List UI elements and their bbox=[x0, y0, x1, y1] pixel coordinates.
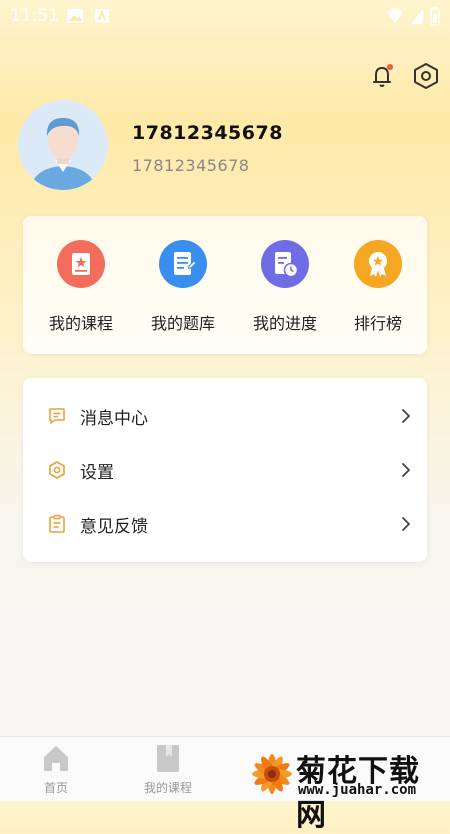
quick-action-ranking[interactable]: 排行榜 bbox=[328, 240, 428, 334]
quick-action-my-courses[interactable]: 我的课程 bbox=[31, 240, 131, 334]
tab-label: 首页 bbox=[43, 781, 68, 795]
quick-action-label: 我的进度 bbox=[252, 314, 317, 333]
feedback-icon bbox=[49, 514, 65, 533]
user-name: 17812345678 bbox=[132, 122, 283, 144]
settings-icon bbox=[49, 461, 65, 479]
quick-action-progress[interactable]: 我的进度 bbox=[235, 240, 335, 334]
chevron-right-icon bbox=[402, 517, 410, 531]
menu-card: 消息中心 设置 意见反馈 bbox=[23, 378, 427, 562]
watermark-url: www.juahar.com bbox=[298, 782, 417, 798]
home-icon bbox=[44, 746, 68, 771]
menu-item-label: 消息中心 bbox=[80, 409, 148, 429]
menu-item-label: 设置 bbox=[80, 463, 114, 483]
app-notification-icon bbox=[95, 9, 109, 23]
tab-my-courses[interactable]: 我的课程 bbox=[128, 743, 208, 796]
avatar[interactable] bbox=[18, 100, 108, 190]
chevron-right-icon bbox=[402, 409, 410, 423]
quick-action-label: 我的课程 bbox=[48, 314, 113, 333]
battery-icon bbox=[430, 7, 440, 26]
image-notification-icon bbox=[67, 9, 83, 23]
watermark: 菊花下载网 www.juahar.com bbox=[246, 744, 450, 833]
question-bank-icon bbox=[159, 240, 207, 288]
chevron-right-icon bbox=[402, 463, 410, 477]
ranking-icon bbox=[354, 240, 402, 288]
quick-action-label: 我的题库 bbox=[150, 314, 215, 333]
menu-item-settings[interactable]: 设置 bbox=[23, 442, 427, 496]
message-icon bbox=[49, 408, 65, 424]
course-icon bbox=[57, 240, 105, 288]
quick-action-question-bank[interactable]: 我的题库 bbox=[133, 240, 233, 334]
progress-icon bbox=[261, 240, 309, 288]
user-avatar-icon bbox=[18, 100, 108, 190]
book-icon bbox=[157, 745, 179, 772]
tab-label: 我的课程 bbox=[143, 781, 192, 795]
menu-item-message-center[interactable]: 消息中心 bbox=[23, 388, 427, 442]
status-bar: 11:51 bbox=[0, 0, 450, 32]
hexagon-settings-icon bbox=[414, 63, 438, 89]
status-time: 11:51 bbox=[10, 6, 59, 26]
header-actions bbox=[368, 62, 440, 90]
quick-action-label: 排行榜 bbox=[353, 314, 402, 333]
notification-button[interactable] bbox=[368, 62, 396, 90]
wifi-icon bbox=[387, 8, 403, 23]
settings-button[interactable] bbox=[412, 62, 440, 90]
flower-logo-icon bbox=[252, 754, 292, 794]
unread-dot bbox=[387, 64, 393, 70]
menu-item-label: 意见反馈 bbox=[80, 517, 148, 537]
tab-home[interactable]: 首页 bbox=[16, 743, 96, 796]
menu-item-feedback[interactable]: 意见反馈 bbox=[23, 496, 427, 550]
user-phone: 17812345678 bbox=[132, 156, 250, 175]
signal-icon bbox=[411, 9, 423, 24]
quick-actions-card: 我的课程 我的题库 我的进度 排行榜 bbox=[23, 216, 427, 354]
